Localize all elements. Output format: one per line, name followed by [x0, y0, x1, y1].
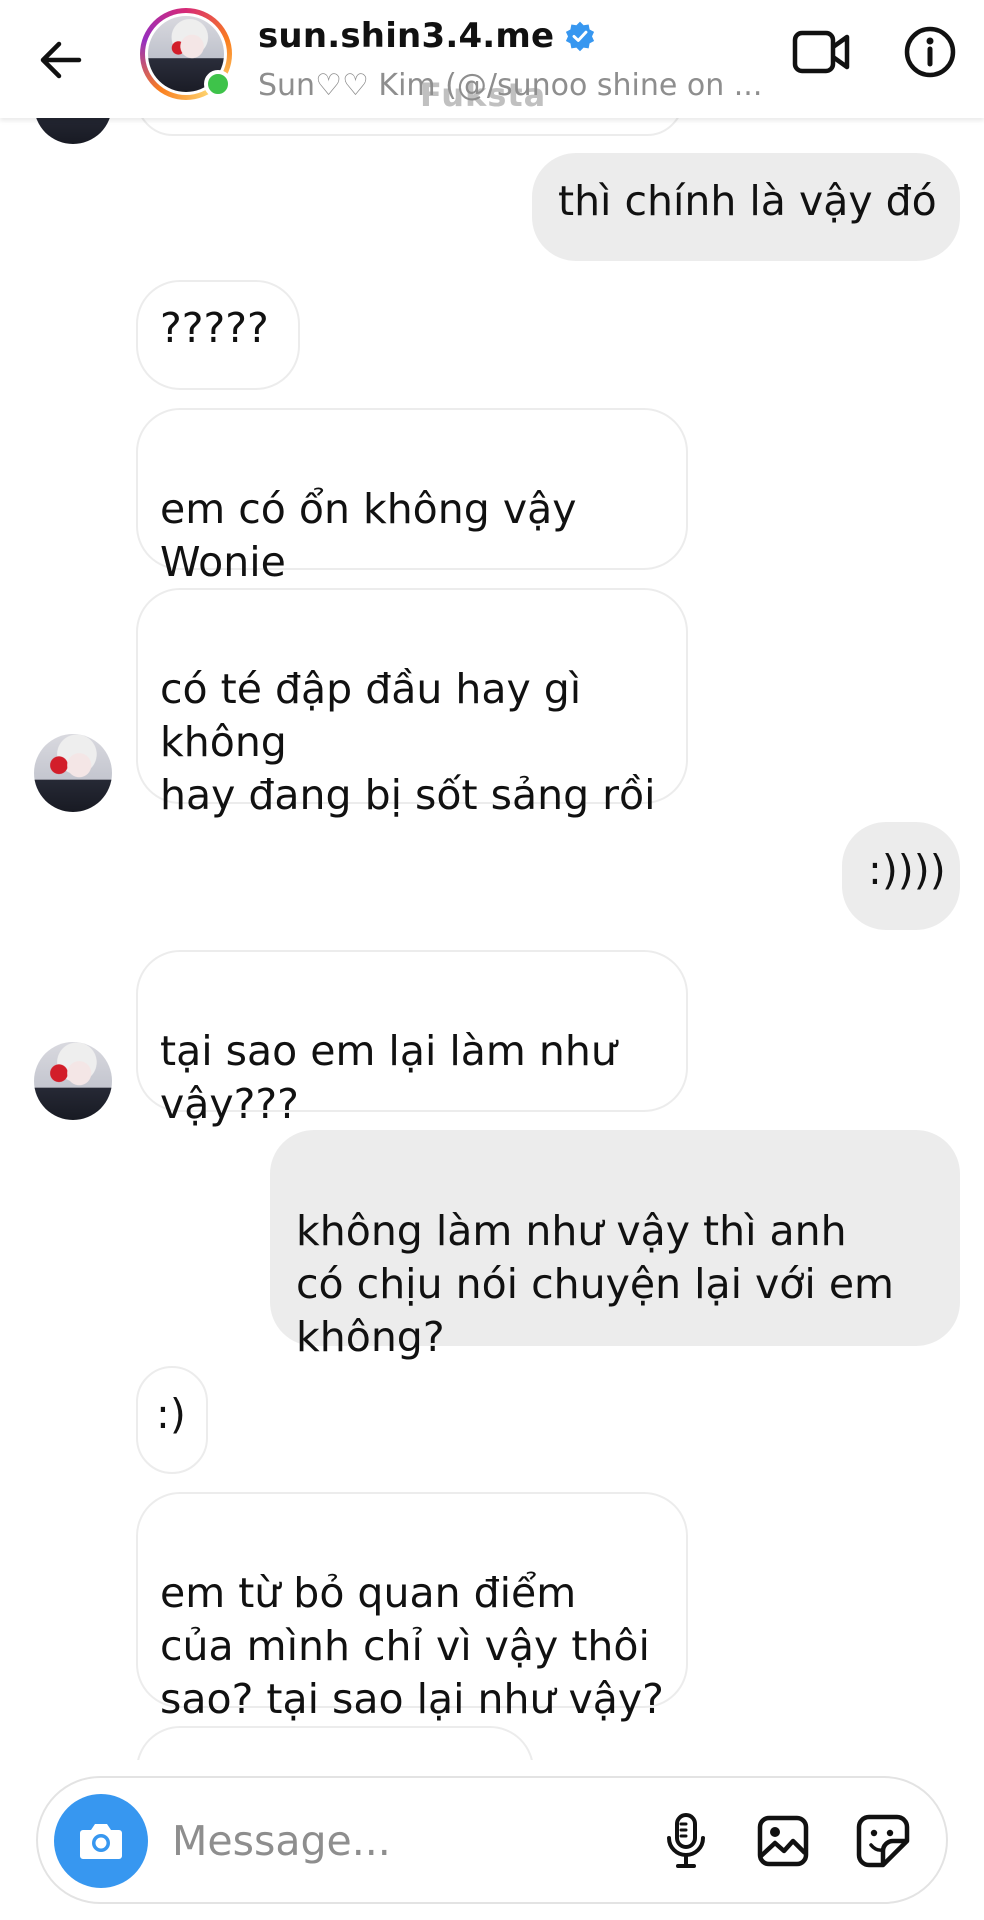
message-bubble-incoming[interactable]	[136, 1726, 534, 1760]
video-call-icon	[792, 30, 850, 74]
message-list[interactable]: thì chính là vậy đó ????? em có ổn không…	[0, 0, 984, 1760]
message-text: :)	[156, 1390, 186, 1438]
arrow-left-icon	[40, 41, 82, 79]
message-text: có té đập đầu hay gì không hay đang bị s…	[160, 665, 656, 819]
back-button[interactable]	[30, 30, 90, 90]
message-bubble-incoming[interactable]: ?????	[136, 280, 300, 390]
username: sun.shin3.4.me	[258, 16, 555, 56]
sticker-icon	[856, 1814, 910, 1868]
dm-screen: thì chính là vậy đó ????? em có ổn không…	[0, 0, 984, 1920]
chat-title[interactable]: sun.shin3.4.me Sun♡♡ Kim (@/sunoo shine …	[258, 14, 798, 114]
message-bubble-incoming[interactable]: em có ổn không vậy Wonie	[136, 408, 688, 586]
message-text: không làm như vậy thì anh có chịu nói ch…	[296, 1207, 894, 1361]
profile-avatar[interactable]	[140, 8, 232, 100]
chat-header: sun.shin3.4.me Sun♡♡ Kim (@/sunoo shine …	[0, 0, 984, 118]
message-bubble-incoming[interactable]: em từ bỏ quan điểm của mình chỉ vì vậy t…	[136, 1492, 688, 1723]
voice-message-button[interactable]	[656, 1808, 716, 1874]
message-text: em từ bỏ quan điểm của mình chỉ vì vậy t…	[160, 1569, 664, 1723]
camera-button[interactable]	[54, 1794, 148, 1888]
watermark-text: Fuksta	[420, 76, 547, 114]
sticker-button[interactable]	[850, 1808, 916, 1874]
gallery-button[interactable]	[750, 1808, 816, 1874]
message-bubble-incoming[interactable]: :)	[136, 1366, 208, 1474]
message-input[interactable]	[172, 1808, 552, 1874]
message-bubble-incoming[interactable]: tại sao em lại làm như vậy???	[136, 950, 688, 1128]
message-text: :))))	[868, 846, 946, 894]
verified-badge-icon	[566, 21, 595, 52]
message-text: thì chính là vậy đó	[558, 177, 937, 225]
sender-avatar[interactable]	[34, 734, 112, 812]
message-text: em có ổn không vậy Wonie	[160, 485, 577, 586]
message-bubble-outgoing[interactable]: :))))	[842, 822, 960, 930]
message-bubble-outgoing[interactable]: không làm như vậy thì anh có chịu nói ch…	[270, 1130, 960, 1361]
message-text: ?????	[160, 304, 269, 352]
microphone-icon	[667, 1813, 705, 1868]
info-button[interactable]	[900, 22, 960, 82]
message-bubble-outgoing[interactable]: thì chính là vậy đó	[532, 153, 960, 261]
message-composer	[36, 1776, 948, 1904]
message-text: tại sao em lại làm như vậy???	[160, 1027, 617, 1128]
online-status-indicator	[204, 70, 232, 98]
message-bubble-incoming[interactable]: có té đập đầu hay gì không hay đang bị s…	[136, 588, 688, 819]
video-call-button[interactable]	[790, 22, 854, 82]
sender-avatar[interactable]	[34, 1042, 112, 1120]
info-icon	[904, 26, 956, 78]
camera-icon	[80, 1824, 122, 1859]
image-gallery-icon	[757, 1815, 809, 1867]
